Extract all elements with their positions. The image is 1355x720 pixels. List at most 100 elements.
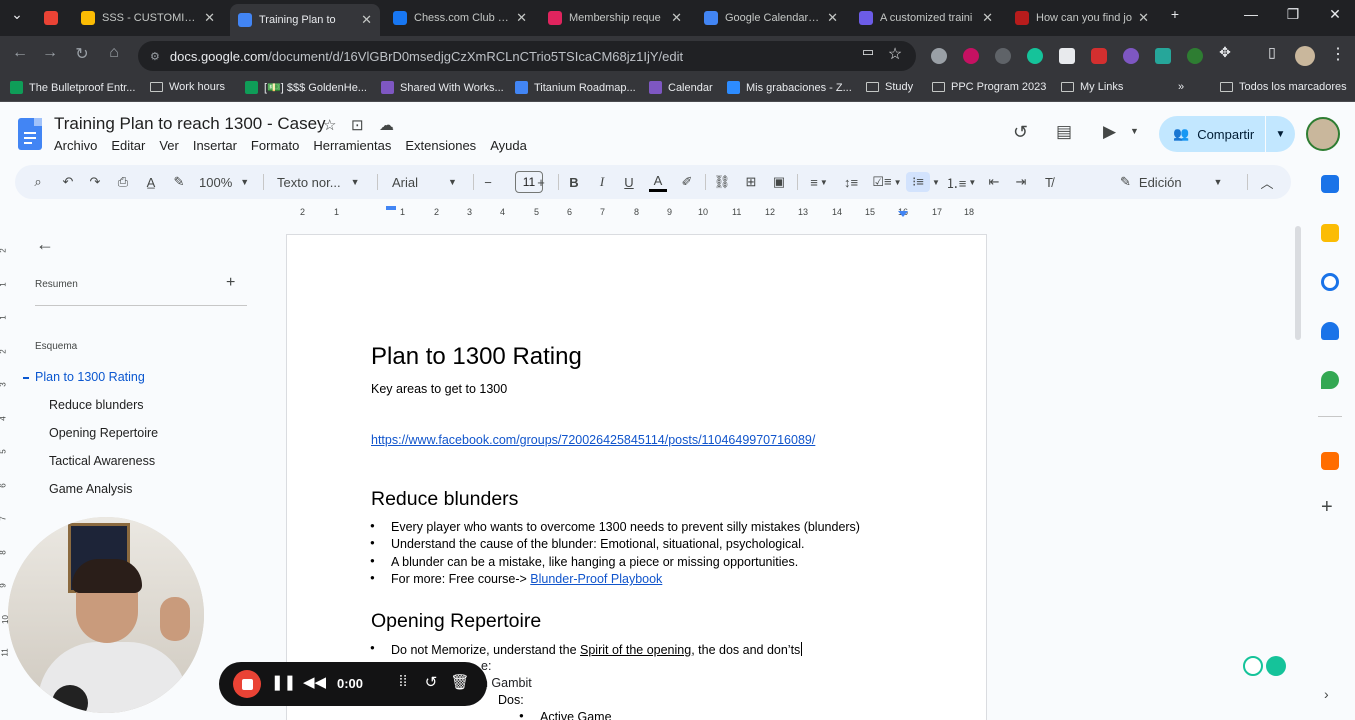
close-tab-icon[interactable]: ✕: [827, 10, 838, 26]
close-tab-icon[interactable]: ✕: [1138, 10, 1149, 26]
extension-icon[interactable]: [963, 48, 979, 64]
browser-tab[interactable]: How can you find jo ✕: [1007, 4, 1157, 32]
bookmark-item[interactable]: PPC Program 2023: [932, 81, 1046, 93]
redo-icon[interactable]: ↷: [86, 172, 104, 192]
share-button[interactable]: 👥 Compartir ▼: [1159, 116, 1295, 152]
browser-tab[interactable]: Chess.com Club - L ✕: [385, 4, 535, 32]
more-bookmarks-icon[interactable]: »: [1178, 81, 1184, 93]
text-color-icon[interactable]: A: [649, 172, 667, 192]
stop-recording-button[interactable]: [233, 670, 261, 698]
assistant-icon[interactable]: [1243, 656, 1263, 676]
align-left-icon[interactable]: ≡ ▼: [805, 172, 833, 192]
browser-tab[interactable]: A customized traini ✕: [851, 4, 1001, 32]
undo-icon[interactable]: ↶: [59, 172, 77, 192]
numbered-list-icon[interactable]: ⒈≡ ▼: [945, 172, 977, 192]
outline-item[interactable]: Plan to 1300 Rating: [35, 370, 145, 384]
bookmark-item[interactable]: Mis grabaciones - Z...: [727, 81, 852, 94]
extension-icon[interactable]: [1187, 48, 1203, 64]
extensions-puzzle-icon[interactable]: ✥: [1213, 44, 1237, 61]
addon-icon[interactable]: [1321, 452, 1339, 470]
get-addons-icon[interactable]: +: [1321, 496, 1333, 519]
restore-icon[interactable]: ❐: [1278, 6, 1308, 23]
browser-tab[interactable]: [36, 4, 66, 32]
minimize-icon[interactable]: —: [1236, 6, 1266, 22]
close-window-icon[interactable]: ✕: [1320, 6, 1350, 23]
close-tab-icon[interactable]: ✕: [361, 12, 372, 28]
close-tab-icon[interactable]: ✕: [671, 10, 682, 26]
site-info-icon[interactable]: ⚙: [150, 50, 160, 63]
browser-tab[interactable]: SSS - CUSTOMIZED ✕: [73, 4, 223, 32]
back-icon[interactable]: ←: [8, 44, 32, 62]
increase-indent-icon[interactable]: ⇥: [1012, 172, 1030, 192]
rewind-icon[interactable]: ◀◀: [303, 673, 326, 691]
maps-icon[interactable]: [1321, 371, 1339, 389]
bold-icon[interactable]: B: [565, 172, 583, 192]
insert-link-icon[interactable]: ⛓: [713, 172, 731, 192]
increase-font-size-icon[interactable]: +: [533, 172, 549, 192]
star-icon[interactable]: ☆: [323, 116, 336, 134]
checklist-icon[interactable]: ☑≡ ▼: [871, 172, 903, 192]
menu-item[interactable]: Formato: [251, 138, 299, 153]
cloud-status-icon[interactable]: ☁: [379, 116, 394, 134]
facebook-link[interactable]: https://www.facebook.com/groups/72002642…: [371, 433, 815, 447]
cast-icon[interactable]: ▭: [856, 44, 880, 60]
docs-logo-icon[interactable]: [18, 118, 42, 150]
outline-item[interactable]: Game Analysis: [49, 482, 132, 496]
tasks-icon[interactable]: [1321, 273, 1339, 291]
horizontal-ruler[interactable]: 2 1 1 2 3 4 5 6 7 8 9 10 11 12 13 14 15 16 17 18: [286, 204, 986, 218]
reload-icon[interactable]: ↻: [70, 44, 94, 64]
home-icon[interactable]: ⌂: [102, 44, 126, 62]
meet-dropdown-icon[interactable]: ▼: [1130, 126, 1139, 136]
expand-panel-icon[interactable]: ›: [1324, 686, 1329, 702]
menu-item[interactable]: Extensiones: [405, 138, 476, 153]
decrease-font-size-icon[interactable]: −: [480, 172, 496, 192]
pause-icon[interactable]: ❚❚: [271, 673, 296, 691]
insert-image-icon[interactable]: ▣: [770, 172, 788, 192]
account-avatar[interactable]: [1306, 117, 1340, 151]
grammarly-extension-icon[interactable]: [1027, 48, 1043, 64]
calendar-icon[interactable]: [1321, 175, 1339, 193]
close-tab-icon[interactable]: ✕: [516, 10, 527, 26]
menu-item[interactable]: Herramientas: [313, 138, 391, 153]
bookmark-item[interactable]: Study: [866, 81, 913, 93]
version-history-icon[interactable]: ↺: [1013, 122, 1028, 143]
extension-icon[interactable]: [1123, 48, 1139, 64]
paragraph-style-select[interactable]: Texto nor... ▼: [277, 172, 369, 192]
bulleted-list-icon[interactable]: ⁝≡: [906, 172, 930, 192]
highlight-icon[interactable]: ✐: [678, 172, 696, 192]
bookmark-item[interactable]: The Bulletproof Entr...: [10, 81, 135, 94]
profile-avatar[interactable]: [1295, 46, 1315, 66]
delete-icon[interactable]: 🗑: [449, 673, 471, 691]
right-margin-marker[interactable]: [898, 211, 908, 217]
extension-icon[interactable]: [1155, 48, 1171, 64]
menu-item[interactable]: Ver: [159, 138, 179, 153]
bookmark-item[interactable]: Titanium Roadmap...: [515, 81, 636, 94]
document-page[interactable]: Plan to 1300 Rating Key areas to get to …: [286, 234, 987, 720]
drag-handle-icon[interactable]: ⁞⁞: [392, 673, 414, 690]
search-menus-icon[interactable]: ⌕: [29, 172, 47, 192]
keep-icon[interactable]: [1321, 224, 1339, 242]
contacts-icon[interactable]: [1321, 322, 1339, 340]
menu-item[interactable]: Archivo: [54, 138, 97, 153]
all-bookmarks-folder[interactable]: Todos los marcadores: [1220, 81, 1347, 93]
menu-item[interactable]: Ayuda: [490, 138, 527, 153]
bookmark-item[interactable]: Calendar: [649, 81, 713, 94]
browser-tab[interactable]: Membership reque ✕: [540, 4, 690, 32]
scrollbar[interactable]: [1295, 226, 1301, 340]
outline-item[interactable]: Reduce blunders: [49, 398, 144, 412]
extension-icon[interactable]: [995, 48, 1011, 64]
notion-extension-icon[interactable]: [1059, 48, 1075, 64]
line-spacing-icon[interactable]: ↕≡: [841, 172, 861, 192]
indent-marker[interactable]: [386, 206, 396, 210]
add-summary-icon[interactable]: +: [226, 274, 235, 292]
outline-item[interactable]: Tactical Awareness: [49, 454, 155, 468]
grammarly-icon[interactable]: [1266, 656, 1286, 676]
move-folder-icon[interactable]: ⊡: [351, 116, 364, 134]
close-tab-icon[interactable]: ✕: [204, 10, 215, 26]
paint-format-icon[interactable]: ✎: [170, 172, 188, 192]
new-tab-button[interactable]: +: [1160, 6, 1190, 22]
menu-item[interactable]: Editar: [111, 138, 145, 153]
bookmark-item[interactable]: My Links: [1061, 81, 1123, 93]
font-select[interactable]: Arial ▼: [392, 172, 462, 192]
underline-icon[interactable]: U: [620, 172, 638, 192]
